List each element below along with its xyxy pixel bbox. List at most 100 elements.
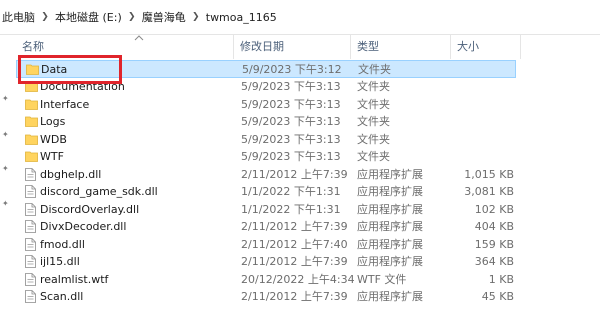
chevron-right-icon[interactable]: ❯ [39, 12, 51, 22]
file-modified-date: 5/9/2023 下午3:12 [242, 63, 342, 76]
pin-icon: ✦ [2, 130, 9, 139]
file-name: Interface [40, 97, 90, 111]
file-icon [25, 237, 38, 251]
file-type: 应用程序扩展 [357, 255, 423, 268]
file-icon [25, 220, 38, 233]
pin-icon: ✦ [2, 199, 9, 208]
file-type: 文件夹 [357, 132, 390, 146]
folder-row[interactable]: Interface 5/9/2023 下午3:13 文件夹 [16, 96, 516, 114]
address-bar[interactable]: 此电脑 ❯ 本地磁盘 (E:) ❯ 魔兽海龟 ❯ twmoa_1165 [0, 0, 600, 35]
chevron-up-icon [134, 35, 144, 41]
file-type: 应用程序扩展 [357, 167, 423, 181]
file-name: Scan.dll [40, 290, 84, 303]
chevron-right-icon[interactable]: ❯ [126, 12, 138, 22]
chevron-right-icon[interactable]: ❯ [190, 12, 202, 22]
file-name: DiscordOverlay.dll [40, 202, 140, 216]
file-modified-date: 2/11/2012 上午7:39 [241, 220, 348, 233]
folder-row[interactable]: WDB 5/9/2023 下午3:13 文件夹 [16, 131, 516, 149]
breadcrumb-this-pc[interactable]: 此电脑 [0, 6, 39, 28]
file-name: WTF [40, 150, 64, 163]
file-name: dbghelp.dll [40, 167, 102, 181]
file-icon [25, 185, 38, 198]
file-size: 102 KB [474, 202, 514, 216]
file-size: 404 KB [474, 220, 514, 233]
file-type: 文件夹 [357, 150, 390, 163]
folder-row[interactable]: Logs 5/9/2023 下午3:13 文件夹 [16, 113, 516, 131]
file-icon [25, 255, 38, 268]
file-size: 1,015 KB [464, 167, 514, 181]
file-row[interactable]: fmod.dll 2/11/2012 上午7:40 应用程序扩展 159 KB [16, 236, 516, 254]
file-size [446, 96, 514, 113]
file-name: WDB [40, 132, 67, 146]
file-type: 应用程序扩展 [357, 202, 423, 216]
file-row[interactable]: DivxDecoder.dll 2/11/2012 上午7:39 应用程序扩展 404… [16, 218, 516, 236]
file-type: 应用程序扩展 [357, 185, 423, 198]
list-clip [0, 306, 600, 314]
file-type: 应用程序扩展 [357, 290, 423, 303]
file-type: 文件夹 [357, 115, 390, 128]
column-header-type-label: 类型 [357, 40, 379, 53]
folder-row[interactable]: WTF 5/9/2023 下午3:13 文件夹 [16, 148, 516, 166]
file-size: 364 KB [474, 255, 514, 268]
file-size: 45 KB [481, 290, 514, 303]
file-icon [25, 167, 38, 181]
column-header-size-label: 大小 [457, 40, 479, 53]
file-name: ijl15.dll [40, 255, 80, 268]
file-modified-date: 20/12/2022 上午4:34 [241, 272, 355, 286]
breadcrumb-local-disk[interactable]: 本地磁盘 (E:) [51, 6, 126, 28]
file-modified-date: 1/1/2022 下午1:31 [241, 202, 341, 216]
file-type: 文件夹 [357, 80, 390, 93]
pin-icon: ✦ [2, 94, 9, 103]
file-type: 应用程序扩展 [357, 237, 423, 251]
breadcrumb-current[interactable]: twmoa_1165 [202, 6, 281, 28]
file-row[interactable]: DiscordOverlay.dll 1/1/2022 下午1:31 应用程序扩展 1… [16, 201, 516, 219]
folder-icon [25, 150, 38, 163]
file-row[interactable]: realmlist.wtf 20/12/2022 上午4:34 WTF 文件 1 KB [16, 271, 516, 289]
file-icon [25, 272, 38, 286]
breadcrumb-folder[interactable]: 魔兽海龟 [138, 6, 190, 28]
column-header-type[interactable]: 类型 [351, 35, 451, 59]
file-name: DivxDecoder.dll [40, 220, 127, 233]
file-row[interactable]: dbghelp.dll 2/11/2012 上午7:39 应用程序扩展 1,015 K… [16, 166, 516, 184]
file-type: 应用程序扩展 [357, 220, 423, 233]
navigation-pane: ✦ ✦ ✦ ✦ [0, 35, 16, 314]
file-name: Logs [40, 115, 66, 128]
file-size: 3,081 KB [464, 185, 514, 198]
file-size [446, 131, 514, 148]
file-type: 文件夹 [357, 97, 390, 111]
folder-icon [25, 133, 38, 146]
file-modified-date: 5/9/2023 下午3:13 [241, 150, 341, 163]
file-modified-date: 2/11/2012 上午7:39 [241, 167, 348, 181]
file-icon [25, 290, 38, 303]
column-header-date[interactable]: 修改日期 [234, 35, 351, 59]
file-modified-date: 2/11/2012 上午7:40 [241, 237, 348, 251]
file-size [446, 78, 514, 95]
file-modified-date: 5/9/2023 下午3:13 [241, 97, 341, 111]
file-modified-date: 2/11/2012 上午7:39 [241, 290, 348, 303]
file-type: 文件夹 [358, 63, 391, 76]
column-header-size[interactable]: 大小 [451, 35, 521, 59]
file-row[interactable]: ijl15.dll 2/11/2012 上午7:39 应用程序扩展 364 KB [16, 253, 516, 271]
file-size [446, 148, 514, 165]
file-modified-date: 5/9/2023 下午3:13 [241, 115, 341, 128]
file-explorer-window: 此电脑 ❯ 本地磁盘 (E:) ❯ 魔兽海龟 ❯ twmoa_1165 ✦ ✦ … [0, 0, 600, 314]
file-modified-date: 2/11/2012 上午7:39 [241, 255, 348, 268]
column-header-date-label: 修改日期 [240, 40, 284, 53]
column-header-name-label: 名称 [22, 40, 44, 53]
file-name: fmod.dll [40, 237, 85, 251]
file-list: Data 5/9/2023 下午3:12 文件夹 Documentation 5/9/2… [16, 60, 600, 314]
highlight-box [18, 55, 122, 84]
file-type: WTF 文件 [357, 272, 407, 286]
file-row[interactable]: discord_game_sdk.dll 1/1/2022 下午1:31 应用程序扩… [16, 183, 516, 201]
file-modified-date: 5/9/2023 下午3:13 [241, 80, 341, 93]
folder-icon [25, 115, 38, 128]
file-row[interactable]: Scan.dll 2/11/2012 上午7:39 应用程序扩展 45 KB [16, 288, 516, 306]
file-size: 1 KB [488, 272, 514, 286]
file-name: realmlist.wtf [40, 272, 109, 286]
file-name: discord_game_sdk.dll [40, 185, 158, 198]
file-size [447, 61, 515, 78]
file-size: 159 KB [474, 237, 514, 251]
file-modified-date: 5/9/2023 下午3:13 [241, 132, 341, 146]
pin-icon: ✦ [2, 164, 9, 173]
file-modified-date: 1/1/2022 下午1:31 [241, 185, 341, 198]
